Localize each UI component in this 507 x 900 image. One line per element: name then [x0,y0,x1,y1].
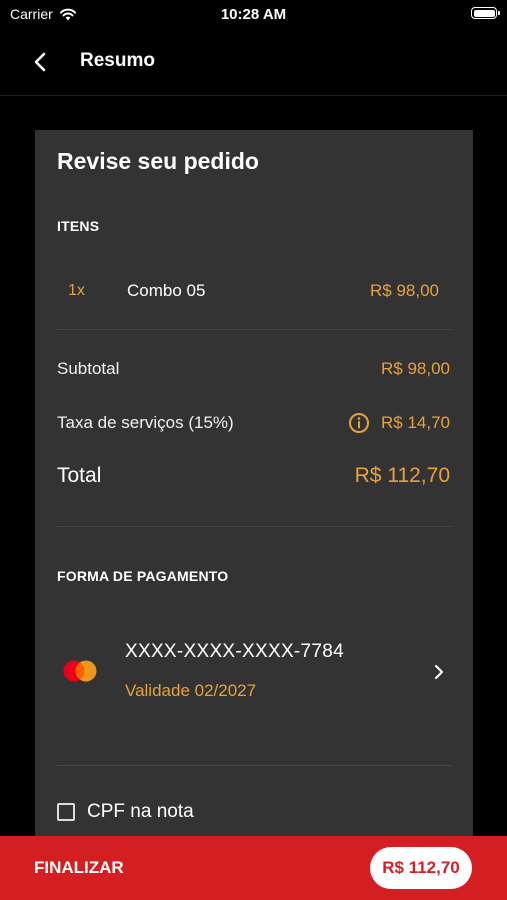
status-bar: Carrier 10:28 AM [0,0,507,30]
page-title: Resumo [80,50,155,71]
card-validity: Validade 02/2027 [125,681,257,700]
cpf-checkbox[interactable] [57,803,75,821]
subtotal-value: R$ 98,00 [381,359,450,378]
review-title: Revise seu pedido [57,148,259,174]
subtotal-label: Subtotal [57,359,120,378]
total-label: Total [57,464,102,487]
info-icon[interactable] [348,412,370,434]
payment-section-label: FORMA DE PAGAMENTO [57,568,229,584]
cpf-option[interactable]: CPF na nota [57,798,194,826]
divider [57,329,451,330]
service-fee-value: R$ 14,70 [381,413,450,432]
divider [57,526,451,527]
payment-method-row[interactable]: XXXX-XXXX-XXXX-7784 Validade 02/2027 [35,625,473,725]
total-badge: R$ 112,70 [370,847,472,889]
divider [57,765,451,766]
item-name: Combo 05 [127,281,206,300]
service-fee-label: Taxa de serviços (15%) [57,413,234,432]
items-section-label: ITENS [57,218,100,234]
total-value: R$ 112,70 [354,464,450,487]
item-quantity: 1x [68,282,85,299]
card-number: XXXX-XXXX-XXXX-7784 [125,641,345,662]
order-summary-card: Revise seu pedido ITENS 1x Combo 05 R$ 9… [35,130,473,850]
battery-icon [471,7,500,19]
chevron-right-icon [434,664,444,680]
cpf-label: CPF na nota [87,801,194,822]
chevron-left-icon [34,52,46,72]
checkout-bar: FINALIZAR R$ 112,70 [0,836,507,900]
finalize-button[interactable]: FINALIZAR [34,858,124,878]
mastercard-icon [63,660,97,682]
item-price: R$ 98,00 [370,281,439,300]
navigation-bar: Resumo [0,30,507,96]
back-button[interactable] [26,48,54,76]
clock: 10:28 AM [220,6,287,23]
